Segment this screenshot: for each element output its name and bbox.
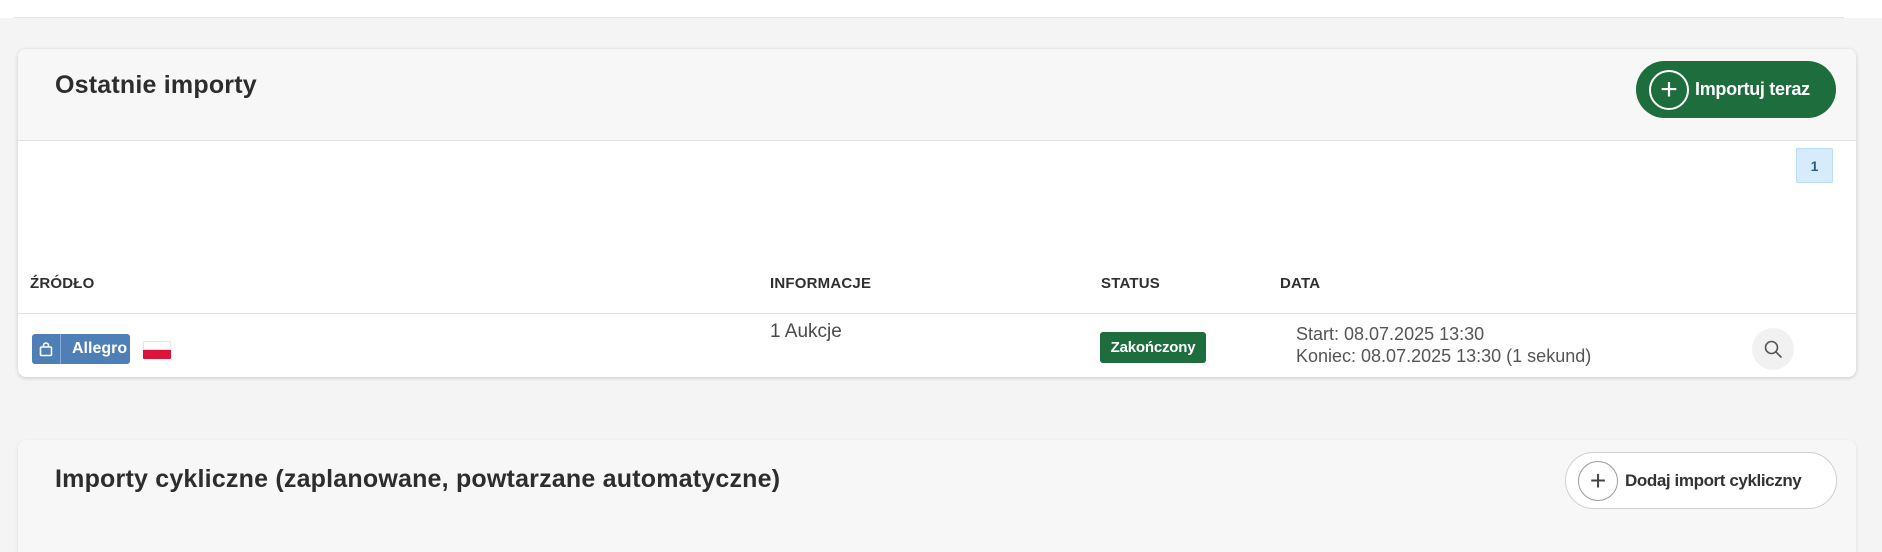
column-header-info[interactable]: INFORMACJE	[770, 275, 871, 292]
details-button[interactable]	[1752, 328, 1794, 370]
source-name: Allegro	[72, 340, 128, 357]
import-now-label: Importuj teraz	[1695, 79, 1810, 99]
date-cell: Start: 08.07.2025 13:30 Koniec: 08.07.20…	[1296, 323, 1591, 367]
card-title: Ostatnie importy	[55, 71, 257, 99]
date-end: Koniec: 08.07.2025 13:30 (1 sekund)	[1296, 346, 1592, 366]
card-header: Ostatnie importy + Importuj teraz	[18, 49, 1856, 141]
pagination-page[interactable]: 1	[1796, 148, 1833, 183]
divider	[14, 17, 1844, 18]
source-badge: Allegro	[32, 334, 130, 364]
card-title: Importy cykliczne (zaplanowane, powtarza…	[55, 465, 781, 493]
cyclic-imports-card: Importy cykliczne (zaplanowane, powtarza…	[18, 440, 1856, 552]
search-icon	[1764, 340, 1782, 358]
top-strip	[0, 0, 1882, 18]
column-header-date[interactable]: DATA	[1280, 275, 1320, 292]
add-cyclic-import-button[interactable]: + Dodaj import cykliczny	[1565, 452, 1837, 509]
plus-circle-icon: +	[1578, 460, 1618, 501]
shopping-bag-icon	[32, 334, 61, 364]
recent-imports-card: Ostatnie importy + Importuj teraz 1 ŹRÓD…	[18, 49, 1856, 377]
page: Ostatnie importy + Importuj teraz 1 ŹRÓD…	[0, 0, 1882, 552]
column-header-status[interactable]: STATUS	[1101, 275, 1160, 292]
status-badge: Zakończony	[1100, 332, 1206, 363]
add-cyclic-import-label: Dodaj import cykliczny	[1625, 470, 1802, 490]
column-header-source[interactable]: ŹRÓDŁO	[30, 275, 95, 292]
date-start: Start: 08.07.2025 13:30	[1296, 324, 1485, 344]
plus-circle-icon: +	[1649, 69, 1689, 110]
info-cell: 1 Aukcje	[770, 321, 842, 342]
header-divider	[18, 313, 1856, 314]
import-now-button[interactable]: + Importuj teraz	[1636, 61, 1836, 118]
poland-flag-icon	[143, 341, 171, 359]
